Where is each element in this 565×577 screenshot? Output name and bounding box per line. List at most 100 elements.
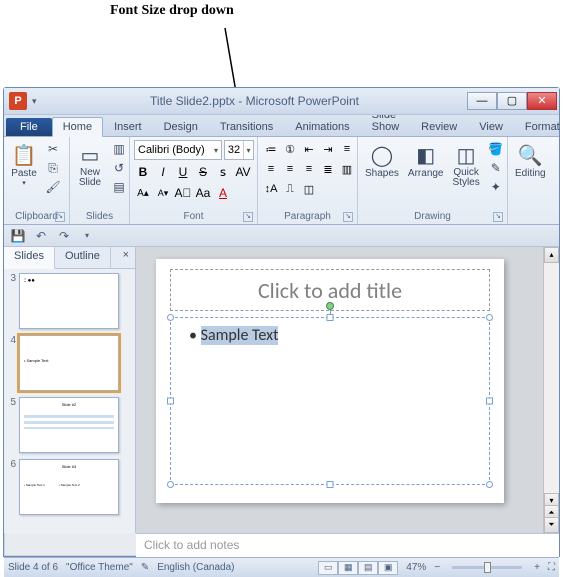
grow-font-button[interactable]: A▴ (134, 184, 152, 202)
zoom-thumb[interactable] (484, 562, 491, 573)
smartart-button[interactable]: ◫ (300, 180, 318, 198)
qat-more-icon[interactable]: ▾ (77, 228, 97, 244)
copy-button[interactable]: ⎘ (43, 159, 63, 177)
italic-button[interactable]: I (154, 163, 172, 181)
shapes-button[interactable]: ◯Shapes (362, 140, 402, 181)
change-case-button[interactable]: Aa (194, 184, 212, 202)
paragraph-launcher[interactable]: ↘ (343, 212, 353, 222)
zoom-out-button[interactable]: − (434, 562, 440, 573)
tab-insert[interactable]: Insert (103, 117, 153, 136)
rotation-handle[interactable] (326, 302, 334, 310)
line-spacing-button[interactable]: ≡ (338, 140, 356, 158)
maximize-button[interactable]: ▢ (497, 92, 527, 110)
numbering-button[interactable]: ① (281, 140, 299, 158)
thumbnail-row[interactable]: 3 : ●● (6, 273, 133, 329)
font-size-dropdown-icon[interactable]: ▾ (243, 141, 253, 159)
tab-file[interactable]: File (6, 118, 52, 136)
resize-handle-se[interactable] (486, 481, 493, 488)
panel-tab-outline[interactable]: Outline (55, 247, 111, 268)
reset-button[interactable]: ↺ (109, 159, 129, 177)
shadow-button[interactable]: ꜱ (214, 163, 232, 181)
bold-button[interactable]: B (134, 163, 152, 181)
resize-handle-sw[interactable] (167, 481, 174, 488)
align-center-button[interactable]: ≡ (281, 160, 299, 178)
redo-button[interactable]: ↷ (54, 228, 74, 244)
shape-fill-button[interactable]: 🪣 (486, 140, 506, 158)
indent-inc-button[interactable]: ⇥ (319, 140, 337, 158)
font-name-dropdown-icon[interactable]: ▾ (214, 146, 218, 155)
font-name-combo[interactable]: Calibri (Body) ▾ (134, 140, 222, 160)
resize-handle-e[interactable] (486, 398, 493, 405)
align-text-button[interactable]: ⎍ (281, 180, 299, 198)
bullets-button[interactable]: ≔ (262, 140, 280, 158)
panel-tab-slides[interactable]: Slides (4, 247, 55, 269)
tab-transitions[interactable]: Transitions (209, 117, 284, 136)
new-slide-button[interactable]: ▭ New Slide (74, 140, 106, 190)
status-zoom[interactable]: 47% (406, 562, 426, 573)
section-button[interactable]: ▤ (109, 178, 129, 196)
align-right-button[interactable]: ≡ (300, 160, 318, 178)
next-slide-button[interactable]: ⏷ (544, 517, 559, 533)
thumbnail-row[interactable]: 5 Slide #2 (6, 397, 133, 453)
clear-format-button[interactable]: A⃠ (174, 184, 192, 202)
shrink-font-button[interactable]: A▾ (154, 184, 172, 202)
align-left-button[interactable]: ≡ (262, 160, 280, 178)
qat-dropdown-icon[interactable]: ▾ (32, 96, 42, 107)
thumbnail[interactable]: Slide #2 (19, 397, 119, 453)
drawing-launcher[interactable]: ↘ (493, 212, 503, 222)
strike-button[interactable]: S (194, 163, 212, 181)
paste-button[interactable]: 📋 Paste ▾ (8, 140, 40, 189)
panel-close-icon[interactable]: × (117, 247, 135, 268)
format-painter-button[interactable]: 🖌 (43, 178, 63, 196)
slide-canvas[interactable]: Click to add title • Sample Text (156, 259, 504, 503)
quick-styles-button[interactable]: ◫Quick Styles (450, 140, 483, 190)
resize-handle-n[interactable] (327, 314, 334, 321)
tab-format[interactable]: Format (514, 117, 565, 136)
resize-handle-nw[interactable] (167, 314, 174, 321)
notes-pane[interactable]: Click to add notes (136, 533, 559, 557)
thumbnails-list[interactable]: 3 : ●● 4 • Sample Text 5 Slide #2 6 Slid… (4, 269, 135, 533)
shape-effects-button[interactable]: ✦ (486, 178, 506, 196)
tab-animations[interactable]: Animations (284, 117, 360, 136)
save-button[interactable]: 💾 (8, 228, 28, 244)
vertical-scrollbar[interactable]: ▴ ▾ ⏶ ⏷ (543, 247, 559, 533)
thumbnail-row[interactable]: 6 Slide #3• Sample Text 1• Sample Text 2 (6, 459, 133, 515)
spellcheck-icon[interactable]: ✎ (141, 562, 149, 573)
zoom-slider[interactable] (452, 566, 522, 569)
resize-handle-ne[interactable] (486, 314, 493, 321)
tab-view[interactable]: View (468, 117, 514, 136)
tab-home[interactable]: Home (52, 117, 103, 137)
content-placeholder[interactable]: • Sample Text (170, 317, 490, 485)
fit-window-button[interactable]: ⛶ (548, 562, 555, 573)
resize-handle-w[interactable] (167, 398, 174, 405)
layout-button[interactable]: ▥ (109, 140, 129, 158)
justify-button[interactable]: ≣ (319, 160, 337, 178)
font-color-button[interactable]: A (214, 184, 232, 202)
tab-design[interactable]: Design (153, 117, 209, 136)
thumbnail[interactable]: • Sample Text (19, 335, 119, 391)
shape-outline-button[interactable]: ✎ (486, 159, 506, 177)
minimize-button[interactable]: — (467, 92, 497, 110)
close-button[interactable]: ✕ (527, 92, 557, 110)
thumbnail[interactable]: Slide #3• Sample Text 1• Sample Text 2 (19, 459, 119, 515)
zoom-in-button[interactable]: + (534, 562, 540, 573)
columns-button[interactable]: ▥ (338, 160, 356, 178)
status-language[interactable]: English (Canada) (157, 562, 234, 573)
arrange-button[interactable]: ◧Arrange (405, 140, 447, 181)
font-size-combo[interactable]: 32 ▾ (224, 140, 254, 160)
scroll-up-button[interactable]: ▴ (544, 247, 559, 263)
slide-edit-area[interactable]: Click to add title • Sample Text ▴ (136, 247, 559, 533)
font-launcher[interactable]: ↘ (243, 212, 253, 222)
underline-button[interactable]: U (174, 163, 192, 181)
resize-handle-s[interactable] (327, 481, 334, 488)
spacing-button[interactable]: AV (234, 163, 252, 181)
tab-review[interactable]: Review (410, 117, 468, 136)
indent-dec-button[interactable]: ⇤ (300, 140, 318, 158)
thumbnail[interactable]: : ●● (19, 273, 119, 329)
cut-button[interactable]: ✂ (43, 140, 63, 158)
thumbnail-row[interactable]: 4 • Sample Text (6, 335, 133, 391)
undo-button[interactable]: ↶ (31, 228, 51, 244)
text-direction-button[interactable]: ↕A (262, 180, 280, 198)
clipboard-launcher[interactable]: ↘ (55, 212, 65, 222)
bullet-text[interactable]: • Sample Text (189, 326, 278, 345)
